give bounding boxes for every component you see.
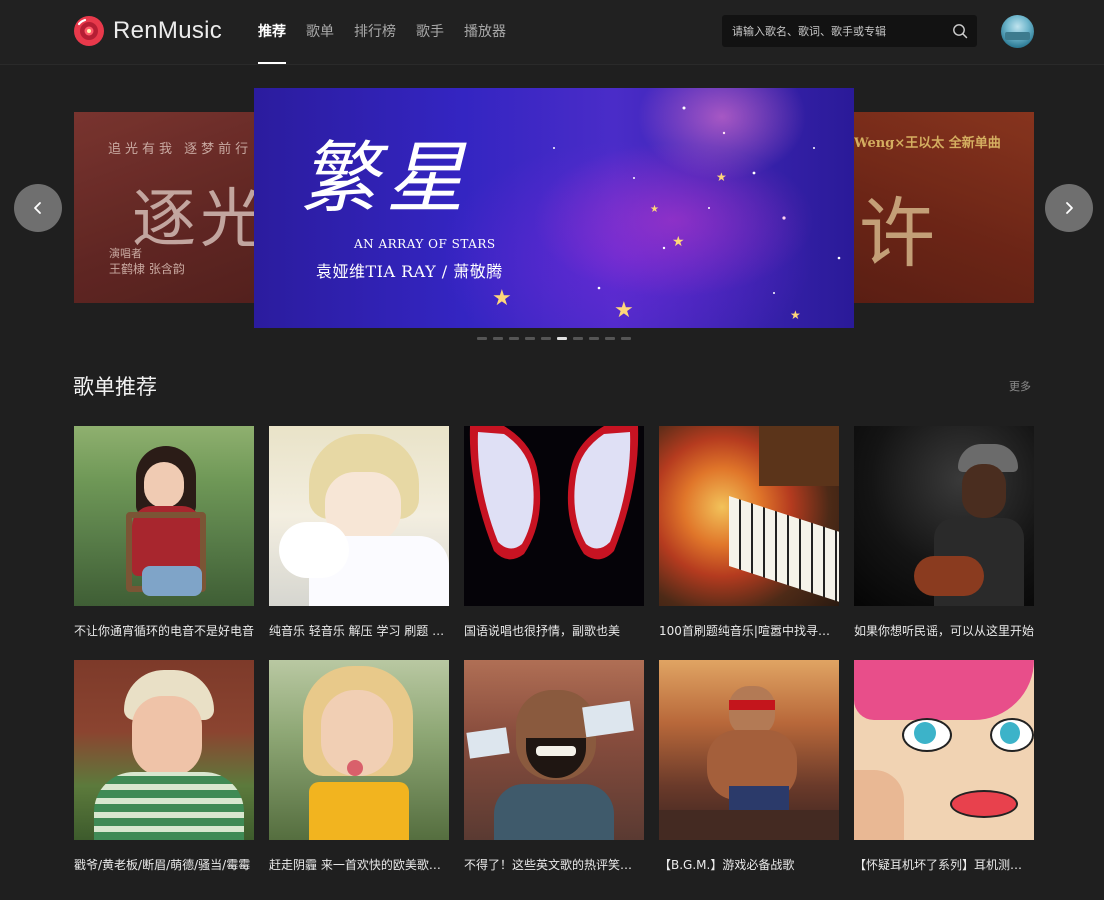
playlist-title[interactable]: 【B.G.M.】游戏必备战歌 (659, 857, 839, 873)
carousel-dot[interactable] (525, 337, 535, 340)
playlist-cover[interactable] (854, 426, 1034, 606)
star-icon: ★ (716, 170, 727, 184)
playlist-cover[interactable] (269, 426, 449, 606)
playlist-title[interactable]: 赶走阴霾 来一首欢快的欧美歌曲吧 (269, 857, 449, 873)
playlist-card[interactable]: 如果你想听民谣，可以从这里开始 (854, 426, 1034, 639)
chevron-right-icon (1066, 202, 1073, 214)
playlist-title[interactable]: 不得了！这些英文歌的热评笑死我惹 (464, 857, 644, 873)
carousel-prev-button[interactable] (14, 184, 62, 232)
playlist-title[interactable]: 国语说唱也很抒情，副歌也美 (464, 623, 644, 639)
playlist-card[interactable]: 国语说唱也很抒情，副歌也美 (464, 426, 644, 639)
playlist-card[interactable]: 不得了！这些英文歌的热评笑死我惹 (464, 660, 644, 873)
carousel-dots (477, 337, 637, 340)
logo[interactable]: RenMusic (73, 15, 222, 47)
banner-main-title: 繁星 (300, 134, 473, 224)
star-icon: ★ (790, 308, 801, 322)
carousel-next-button[interactable] (1045, 184, 1093, 232)
playlist-cover[interactable] (74, 426, 254, 606)
star-icon: ★ (672, 234, 685, 250)
carousel-dot[interactable] (557, 337, 567, 340)
star-icon: ★ (492, 286, 512, 311)
search-icon[interactable] (952, 23, 968, 39)
playlist-card[interactable]: 100首刷题纯音乐|喧嚣中找寻宁静 (659, 426, 839, 639)
playlist-title[interactable]: 如果你想听民谣，可以从这里开始 (854, 623, 1034, 639)
search-input[interactable] (732, 15, 942, 47)
playlist-title[interactable]: 不让你通宵循环的电音不是好电音 (74, 623, 254, 639)
playlist-card[interactable]: 【怀疑耳机坏了系列】耳机测试必备 (854, 660, 1034, 873)
top-header: RenMusic 推荐 歌单 排行榜 歌手 播放器 (0, 0, 1104, 65)
carousel-dot[interactable] (477, 337, 487, 340)
star-icon: ★ (650, 204, 659, 215)
playlist-card[interactable]: 不让你通宵循环的电音不是好电音 (74, 426, 254, 639)
playlist-cover[interactable] (464, 660, 644, 840)
banner-main[interactable]: ★ ★ ★ ★ ★ ★ 繁星 AN ARRAY OF STARS 袁娅维TIA … (254, 88, 854, 328)
playlist-card[interactable]: 【B.G.M.】游戏必备战歌 (659, 660, 839, 873)
star-icon: ★ (614, 298, 634, 323)
nav-item-playlists[interactable]: 歌单 (306, 0, 334, 64)
banner-right-overlay (854, 112, 1034, 303)
nav-item-recommend[interactable]: 推荐 (258, 0, 286, 64)
playlist-card[interactable]: 戳爷/黄老板/断眉/萌德/骚当/霉霉 (74, 660, 254, 873)
avatar[interactable] (1001, 15, 1034, 48)
mask-eyes-illustration (469, 426, 639, 560)
playlist-cover[interactable] (74, 660, 254, 840)
carousel-dot[interactable] (493, 337, 503, 340)
nav-item-charts[interactable]: 排行榜 (354, 0, 396, 64)
section-title: 歌单推荐 (73, 375, 157, 399)
banner-right[interactable]: Weng×王以太 全新单曲 许 (854, 112, 1034, 303)
logo-icon (74, 16, 104, 46)
banner-main-artists: 袁娅维TIA RAY / 萧敬腾 (316, 262, 503, 281)
playlist-cover[interactable] (269, 660, 449, 840)
carousel-dot[interactable] (541, 337, 551, 340)
playlist-title[interactable]: 戳爷/黄老板/断眉/萌德/骚当/霉霉 (74, 857, 254, 873)
playlist-cover[interactable] (659, 660, 839, 840)
playlist-title[interactable]: 100首刷题纯音乐|喧嚣中找寻宁静 (659, 623, 839, 639)
carousel-dot[interactable] (589, 337, 599, 340)
more-link[interactable]: 更多 (1009, 378, 1031, 394)
carousel-dot[interactable] (573, 337, 583, 340)
carousel-dot[interactable] (621, 337, 631, 340)
playlist-title[interactable]: 纯音乐 轻音乐 解压 学习 刷题 专注 (269, 623, 449, 639)
playlist-cover[interactable] (854, 660, 1034, 840)
banner-left[interactable]: 追光有我 逐梦前行 逐光 演唱者 王鹤棣 张含韵 (74, 112, 254, 303)
playlist-cover[interactable] (464, 426, 644, 606)
carousel-dot[interactable] (605, 337, 615, 340)
carousel-dot[interactable] (509, 337, 519, 340)
playlist-title[interactable]: 【怀疑耳机坏了系列】耳机测试必备 (854, 857, 1034, 873)
playlist-card[interactable]: 纯音乐 轻音乐 解压 学习 刷题 专注 (269, 426, 449, 639)
playlist-card[interactable]: 赶走阴霾 来一首欢快的欧美歌曲吧 (269, 660, 449, 873)
banner-left-overlay (74, 112, 254, 303)
nav-item-singers[interactable]: 歌手 (416, 0, 444, 64)
chevron-left-icon (34, 202, 41, 214)
banner-main-subtitle: AN ARRAY OF STARS (354, 237, 496, 251)
playlist-cover[interactable] (659, 426, 839, 606)
nav-item-player[interactable]: 播放器 (464, 0, 506, 64)
main-nav: 推荐 歌单 排行榜 歌手 播放器 (258, 0, 526, 64)
search-box (722, 15, 977, 47)
app-name: RenMusic (113, 17, 223, 44)
